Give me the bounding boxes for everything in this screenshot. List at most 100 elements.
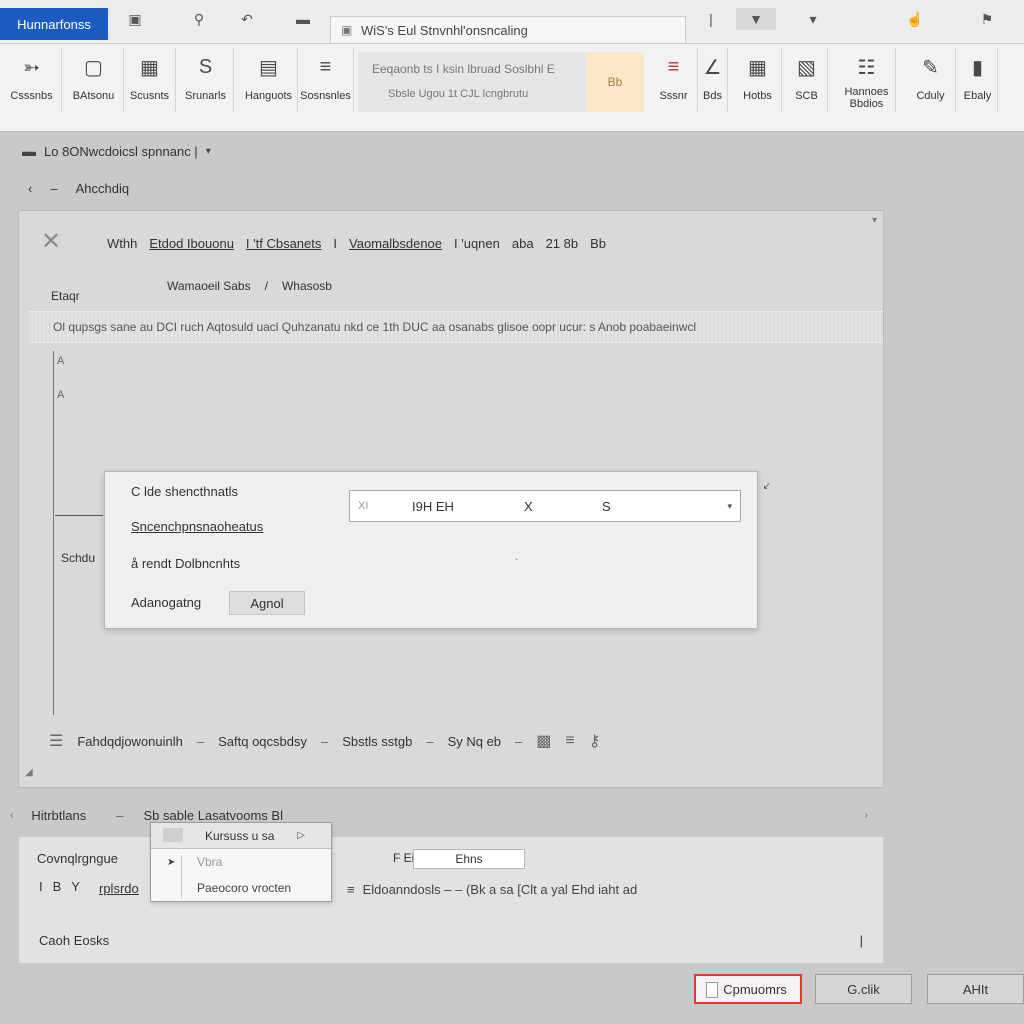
dropdown-popup: Kursuss u sa ▷ ➤ Vbra Paeocoro vrocten	[150, 822, 332, 902]
ribbon-button-7[interactable]: ≡ Sssnr	[650, 48, 698, 112]
dropdown-icon[interactable]: ▾	[802, 8, 824, 30]
ribbon-button-12[interactable]: ✎ Cduly	[906, 48, 956, 112]
toolbar-item-2[interactable]: Saftq oqcsbdsy	[218, 734, 307, 749]
link-1[interactable]: Wthh	[107, 236, 137, 251]
link-7[interactable]: aba	[512, 236, 534, 251]
ribbon-label: Srunarls	[185, 90, 226, 102]
pointer-icon[interactable]: ☝	[904, 8, 926, 30]
separator-icon: –	[50, 180, 58, 196]
ribbon-label: BAtsonu	[72, 90, 115, 102]
ribbon-button-13[interactable]: ▮ Ebaly	[958, 48, 998, 112]
link-6[interactable]: I 'uqnen	[454, 236, 500, 251]
lower-panel: Covnqlrgngue I B Y rplsrdo F Ei Ehns ≡ E…	[18, 836, 884, 964]
schedule-label: Schdu	[61, 551, 96, 565]
ribbon-button-10[interactable]: ▧ SCB	[786, 48, 828, 112]
link-3[interactable]: I 'tf Cbsanets	[246, 236, 321, 251]
dialog-label-2[interactable]: Sncenchpnsnaoheatus	[131, 519, 263, 534]
chevron-left-icon[interactable]: ‹	[10, 810, 13, 821]
ribbon-button-9[interactable]: ▦ Hotbs	[734, 48, 782, 112]
secondary-button[interactable]: G.clik	[815, 974, 912, 1004]
ws-value[interactable]: Whasosb	[282, 279, 332, 293]
field-x: X	[524, 498, 533, 514]
stamp-icon[interactable]: ▩	[536, 731, 551, 751]
apply-button[interactable]: Agnol	[229, 591, 305, 615]
format-tool-3[interactable]: Y	[71, 879, 80, 894]
ruler-icon: ∠	[703, 56, 722, 79]
popup-item-2[interactable]: Paeocoro vrocten	[151, 875, 331, 901]
ribbon-group-box[interactable]: Eeqaonb ts I ksin lbruad Soslbhl E Sbsle…	[358, 52, 644, 112]
ws-row: Wamaoeil Sabs / Whasosb	[167, 279, 332, 293]
from-label: Etaqr	[51, 289, 80, 303]
chevron-down-icon[interactable]: ▾	[727, 501, 732, 512]
dialog-select-field[interactable]: XI I9H EH X S ▾	[349, 490, 741, 522]
back-icon[interactable]: ‹	[28, 181, 32, 196]
horizontal-divider	[55, 515, 103, 516]
link-8[interactable]: 21 8b	[546, 236, 579, 251]
field-s: S	[602, 498, 611, 514]
key-icon[interactable]: ⚷	[589, 731, 601, 751]
close-icon[interactable]: ✕	[41, 227, 61, 256]
ws-divider: /	[264, 279, 268, 293]
ribbon-button-3[interactable]: ▦ Scusnts	[124, 48, 176, 112]
save-icon[interactable]: ▣	[124, 8, 146, 30]
layers-icon[interactable]: ≡	[565, 732, 574, 750]
resize-grip-icon[interactable]: ◢	[25, 767, 33, 778]
section-more[interactable]: Sb sable Lasatvooms Bl	[144, 808, 283, 823]
red-lines-icon: ≡	[667, 55, 680, 78]
breadcrumb-text: Lo 8ONwcdoicsl spnnanc |	[44, 143, 198, 159]
stack-icon[interactable]: ☰	[49, 731, 63, 751]
popup-item-1-text: Vbra	[197, 855, 223, 869]
ribbon-highlight[interactable]: Bb	[586, 52, 644, 112]
ribbon-button-2[interactable]: ▢ BAtsonu	[64, 48, 124, 112]
link-row: Wthh Etdod Ibouonu I 'tf Cbsanets I Vaom…	[107, 233, 606, 253]
status-text: Caoh Eosks	[39, 933, 110, 948]
document-title[interactable]: ▣ WiS's Eul Stnvnhl'onsncaling	[330, 16, 686, 44]
dialog-label-4: Adanogatng	[131, 595, 202, 610]
sub-breadcrumb[interactable]: ‹ – Ahcchdiq	[28, 178, 129, 198]
ribbon-button-5[interactable]: ▤ Hanguots	[240, 48, 298, 112]
breadcrumb[interactable]: ▬ Lo 8ONwcdoicsl spnnanc | ▾	[22, 140, 211, 162]
app-tab[interactable]: Hunnarfonss	[0, 8, 108, 40]
shape-icon[interactable]: ▼	[736, 8, 776, 30]
search-icon[interactable]: ⚲	[188, 8, 210, 30]
lower-path: ≡ Eldoanndosls – – (Bk a sa [Clt a yal E…	[347, 878, 887, 900]
toolbar-item-4[interactable]: Sy Nq eb	[448, 734, 501, 749]
toolbar-item-1[interactable]: Fahdqdjowonuinlh	[77, 734, 183, 749]
link-2[interactable]: Etdod Ibouonu	[149, 236, 234, 251]
document-title-text: WiS's Eul Stnvnhl'onsncaling	[361, 22, 528, 38]
document-icon: ▣	[341, 23, 353, 37]
chevron-right-icon[interactable]: ›	[865, 810, 868, 821]
section-header[interactable]: ‹ Hitrbtlans – Sb sable Lasatvooms Bl ›	[6, 804, 886, 826]
dialog: C lde shencthnatls Sncenchpnsnaoheatus å…	[104, 471, 758, 629]
format-toolbar: I B Y	[39, 879, 80, 894]
column-icon: ▮	[971, 56, 983, 79]
ribbon-label: Bds	[703, 90, 722, 102]
format-tool-2[interactable]: B	[53, 879, 62, 894]
tertiary-button[interactable]: AHIt	[927, 974, 1024, 1004]
ribbon-button-4[interactable]: S Srunarls	[178, 48, 234, 112]
flag-icon[interactable]: ⚑	[972, 8, 1002, 30]
lower-input[interactable]: Ehns	[413, 849, 525, 869]
ribbon-button-8[interactable]: ∠ Bds	[698, 48, 728, 112]
popup-item-2-text: Paeocoro vrocten	[197, 881, 292, 895]
popup-header-text: Kursuss u sa	[205, 828, 275, 843]
chevron-down-icon[interactable]: ▾	[872, 215, 877, 226]
play-icon[interactable]: ▷	[297, 830, 305, 841]
menu-icon[interactable]: ▬	[292, 8, 314, 30]
toolbar-item-3[interactable]: Sbstls sstgb	[342, 734, 412, 749]
lower-link[interactable]: rplsrdo	[99, 881, 139, 896]
ribbon-button-6[interactable]: ≡ Sosnsnles	[298, 48, 354, 112]
format-tool-1[interactable]: I	[39, 879, 43, 894]
table-icon: ▦	[748, 56, 767, 79]
chevron-down-icon[interactable]: ▾	[206, 146, 211, 157]
undo-icon[interactable]: ↶	[236, 8, 258, 30]
ribbon-button-1[interactable]: ➳ Csssnbs	[2, 48, 62, 112]
primary-button[interactable]: Cpmuomrs	[694, 974, 802, 1004]
panel-toolbar: ☰ Fahdqdjowonuinlh – Saftq oqcsbdsy – Sb…	[49, 729, 600, 753]
filter-bar[interactable]: Ol qupsgs sane au DCI ruch Aqtosuld uacl…	[29, 311, 883, 343]
popup-item-1[interactable]: ➤ Vbra	[151, 849, 331, 875]
link-5[interactable]: Vaomalbsdenoe	[349, 236, 442, 251]
link-9[interactable]: Bb	[590, 236, 606, 251]
popup-header[interactable]: Kursuss u sa ▷	[151, 823, 331, 849]
ribbon-button-11[interactable]: ☷ Hannoes Bbdios	[838, 48, 896, 112]
